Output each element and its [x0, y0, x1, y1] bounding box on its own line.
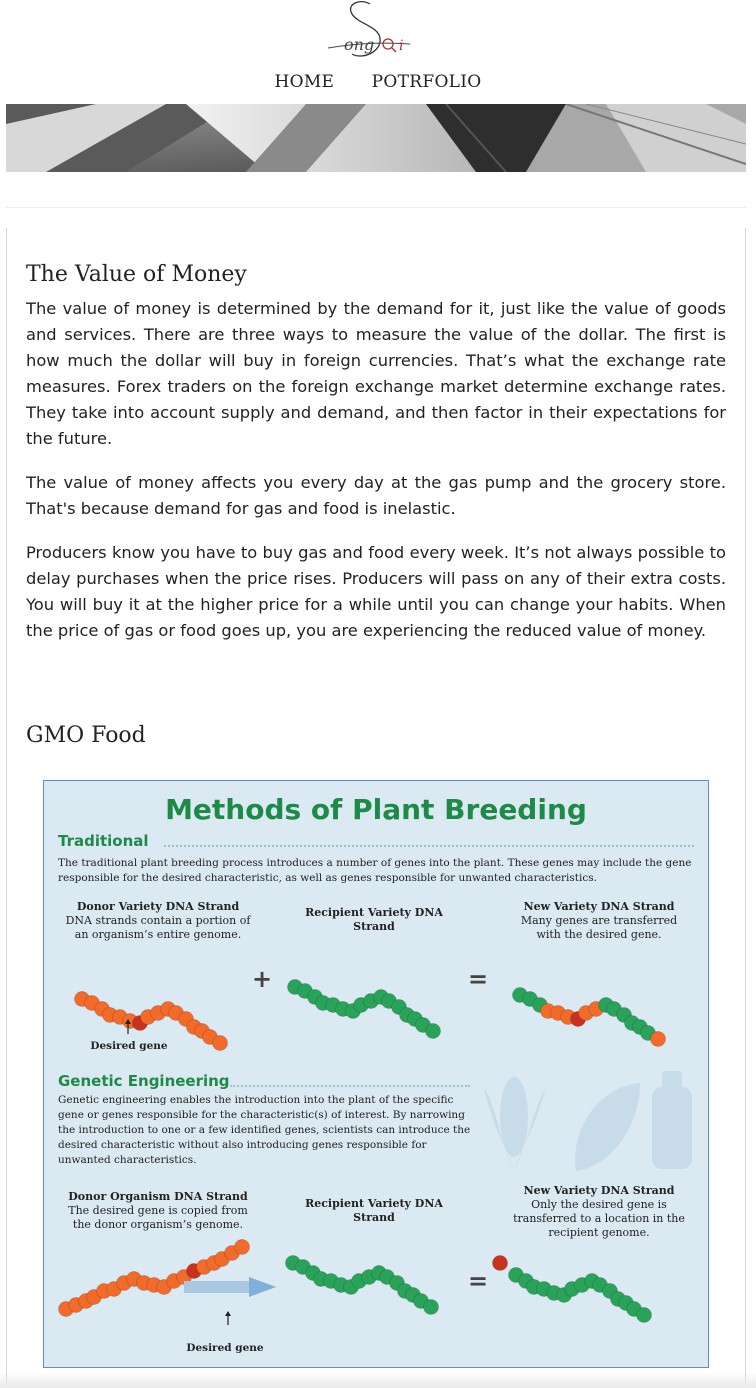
genetic-new-label: New Variety DNA Strand Only the desired … [506, 1184, 692, 1240]
dna-bead [492, 1255, 508, 1271]
divider [6, 207, 746, 208]
infographic-title: Methods of Plant Breeding [165, 793, 587, 826]
genetic-engineering-description: Genetic engineering enables the introduc… [58, 1094, 471, 1166]
traditional-new-strand [512, 987, 666, 1047]
dna-bead [423, 1299, 439, 1315]
plant-product-icons [484, 1071, 692, 1171]
equals-sign-genetic: = [468, 1267, 489, 1295]
bottle-icon [652, 1087, 692, 1169]
dotted-rule [230, 1085, 470, 1087]
section-title-value-of-money: The Value of Money [26, 262, 247, 287]
dna-bead [212, 1035, 228, 1051]
dna-bead [234, 1239, 250, 1255]
traditional-new-title: New Variety DNA Strand [523, 900, 675, 913]
genetic-dna-diagram [58, 1239, 652, 1325]
article-paragraph-1: The value of money is determined by the … [26, 299, 726, 448]
traditional-recipient-title: Recipient Variety DNA Strand [305, 906, 443, 933]
nav-home-link[interactable]: HOME [274, 72, 334, 92]
desired-gene-text: Desired gene [186, 1342, 264, 1354]
genetic-new-title: New Variety DNA Strand [523, 1184, 675, 1197]
genetic-donor-label: Donor Organism DNA Strand The desired ge… [58, 1190, 258, 1232]
dna-bead [636, 1307, 652, 1323]
traditional-donor-title: Donor Variety DNA Strand [76, 900, 240, 913]
dna-bead [650, 1031, 666, 1047]
genetic-recipient-strand [285, 1255, 439, 1315]
dotted-rule [164, 845, 694, 847]
nav-portfolio-link[interactable]: POTRFOLIO [372, 72, 482, 92]
genetic-donor-text: The desired gene is copied from the dono… [68, 1204, 248, 1231]
traditional-recipient-label: Recipient Variety DNA Strand [304, 906, 444, 934]
header-banner-image [6, 104, 746, 172]
site-logo[interactable]: ong i [322, 0, 432, 64]
genetic-recipient-title: Recipient Variety DNA Strand [305, 1197, 443, 1224]
bottom-shadow [0, 1372, 756, 1388]
leaf-icon [575, 1083, 640, 1171]
traditional-heading: Traditional [58, 832, 149, 850]
corn-icon [500, 1077, 528, 1157]
svg-text:ong: ong [344, 35, 374, 54]
article-paragraph-3: Producers know you have to buy gas and f… [26, 543, 726, 640]
main-nav: HOME POTRFOLIO [0, 72, 756, 92]
plus-sign: + [252, 965, 273, 993]
dna-bead [425, 1023, 441, 1039]
genetic-recipient-label: Recipient Variety DNA Strand [304, 1197, 444, 1225]
section-title-gmo-food: GMO Food [26, 723, 146, 748]
genetic-new-strand [492, 1255, 652, 1323]
genetic-desired-gene-label: Desired gene [180, 1341, 270, 1355]
traditional-new-text: Many genes are transferred with the desi… [520, 914, 678, 941]
traditional-desired-gene-label: Desired gene [84, 1039, 174, 1053]
svg-text:i: i [399, 38, 403, 54]
genetic-engineering-heading: Genetic Engineering [58, 1072, 230, 1090]
traditional-new-label: New Variety DNA Strand Many genes are tr… [514, 900, 684, 942]
equals-sign-traditional: = [468, 965, 489, 993]
traditional-donor-label: Donor Variety DNA Strand DNA strands con… [58, 900, 258, 942]
traditional-recipient-strand [287, 979, 441, 1039]
desired-gene-text: Desired gene [90, 1040, 168, 1052]
traditional-dna-diagram [74, 979, 666, 1051]
plant-breeding-infographic: Methods of Plant Breeding Traditional Th… [43, 780, 709, 1368]
genetic-donor-strand [58, 1239, 250, 1317]
traditional-donor-text: DNA strands contain a portion of an orga… [65, 914, 251, 941]
article-paragraph-2: The value of money affects you every day… [26, 473, 726, 518]
traditional-description: The traditional plant breeding process i… [58, 857, 692, 884]
article-card: The Value of Money The value of money is… [6, 228, 746, 1388]
genetic-donor-title: Donor Organism DNA Strand [68, 1190, 248, 1203]
transfer-arrow-icon [249, 1277, 276, 1297]
